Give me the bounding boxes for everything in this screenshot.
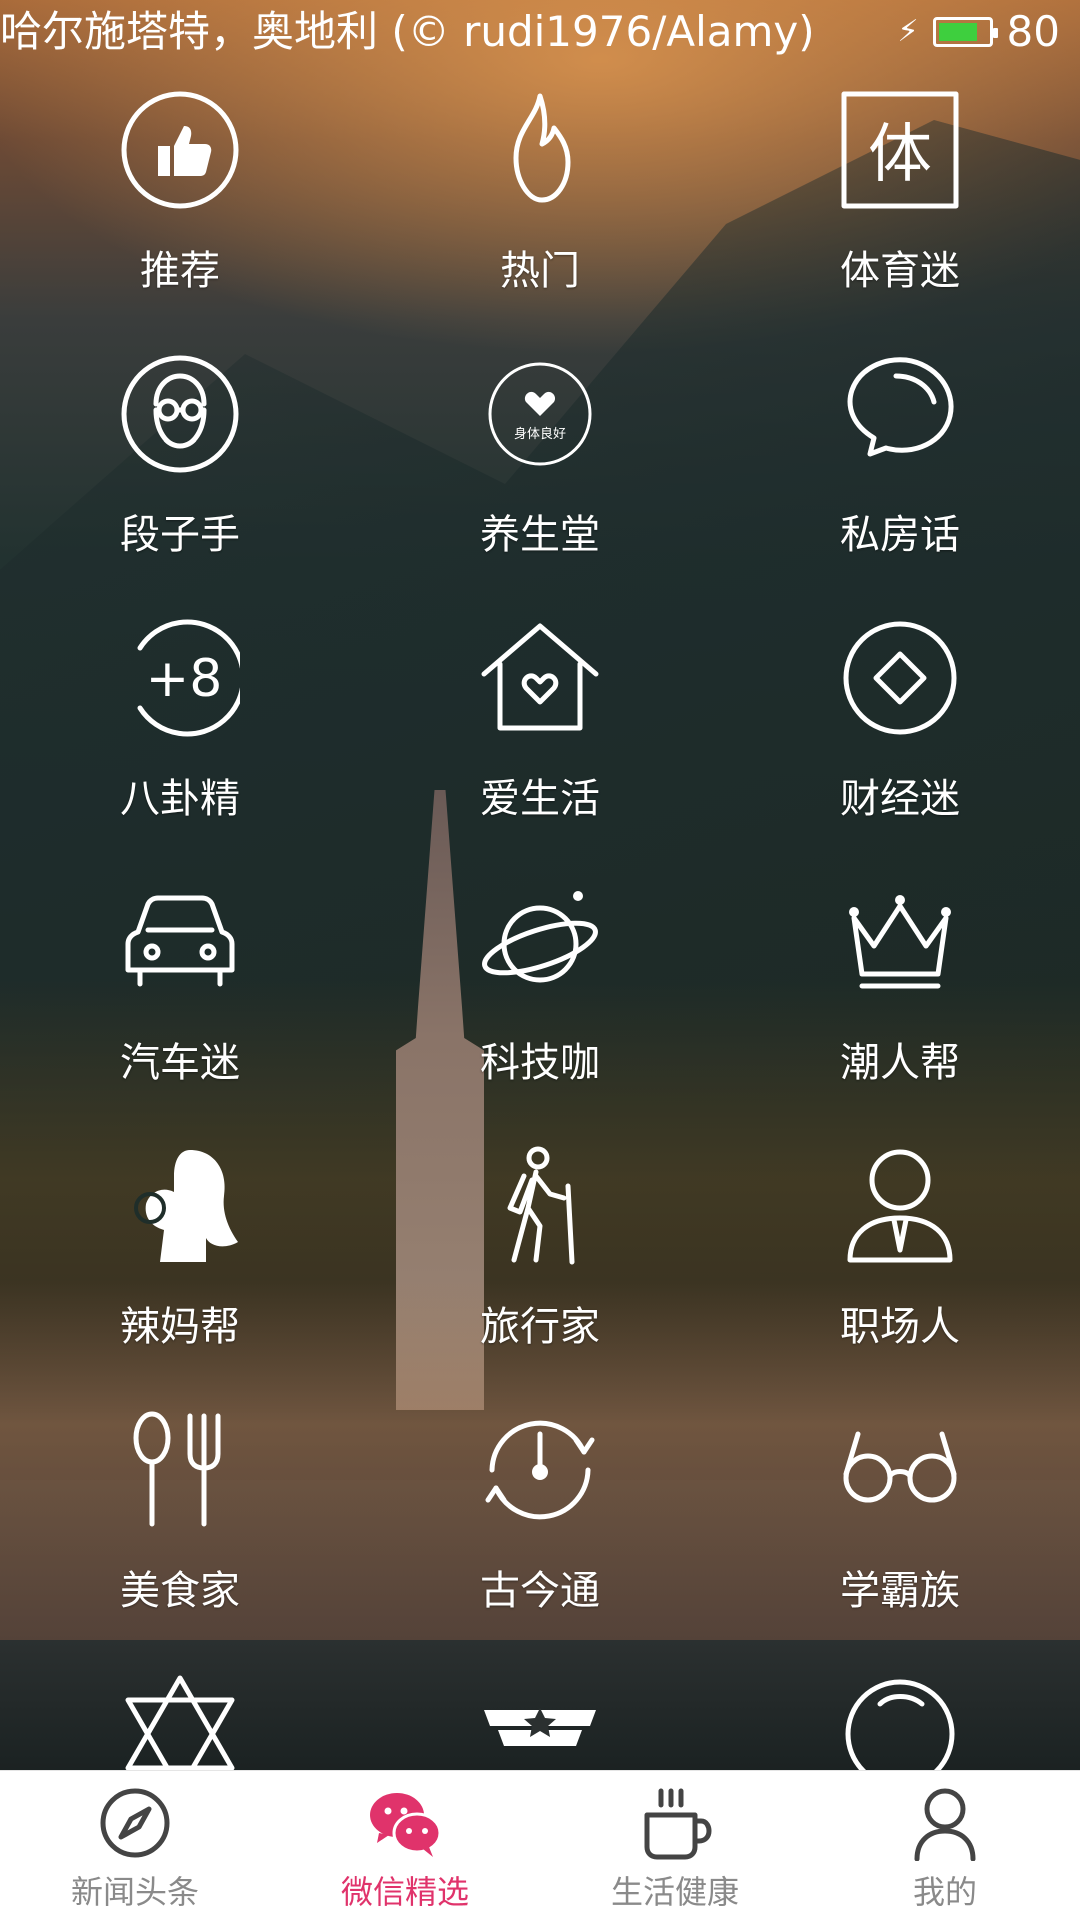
wechat-icon	[370, 1793, 442, 1857]
category-label: 辣妈帮	[120, 1304, 240, 1350]
category-label: 潮人帮	[840, 1040, 960, 1086]
category-recommend[interactable]: 推荐	[60, 90, 300, 330]
hiker-icon	[480, 1146, 600, 1266]
category-label: 汽车迷	[120, 1040, 240, 1086]
round-glasses-icon	[840, 1410, 960, 1530]
businessman-icon	[840, 1146, 960, 1266]
category-trendy[interactable]: 潮人帮	[780, 882, 1020, 1122]
sports-box-icon: 体	[840, 90, 960, 210]
category-tech[interactable]: 科技咖	[420, 882, 660, 1122]
category-workplace[interactable]: 职场人	[780, 1146, 1020, 1386]
category-food[interactable]: 美食家	[60, 1410, 300, 1650]
category-label: 八卦精	[120, 776, 240, 822]
category-sports[interactable]: 体 体育迷	[780, 90, 1020, 330]
mother-baby-icon	[120, 1146, 240, 1266]
bottom-navigation: 新闻头条 微信精选 生活健康 我的	[0, 1770, 1080, 1921]
nav-label: 新闻头条	[70, 1873, 199, 1911]
glasses-face-icon	[120, 354, 240, 474]
diamond-coin-icon	[840, 618, 960, 738]
category-badge[interactable]	[420, 1674, 660, 1770]
category-label: 推荐	[140, 248, 220, 294]
category-finance[interactable]: 财经迷	[780, 618, 1020, 858]
category-private-talk[interactable]: 私房话	[780, 354, 1020, 594]
nav-wechat[interactable]: 微信精选	[270, 1771, 540, 1921]
category-label: 段子手	[120, 512, 240, 558]
category-life[interactable]: 爱生活	[420, 618, 660, 858]
category-label: 学霸族	[840, 1568, 960, 1614]
photo-caption: 哈尔施塔特，奥地利 (© rudi1976/Alamy)	[0, 7, 815, 56]
star-badge-icon	[480, 1674, 600, 1770]
charging-icon: ⚡	[897, 14, 919, 49]
category-gossip[interactable]: +8 八卦精	[60, 618, 300, 858]
svg-text:身体良好: 身体良好	[514, 426, 566, 442]
category-label: 私房话	[840, 512, 960, 558]
category-label: 热门	[500, 248, 580, 294]
category-label: 旅行家	[480, 1304, 600, 1350]
nav-me[interactable]: 我的	[810, 1771, 1080, 1921]
car-icon	[120, 882, 240, 1002]
svg-text:体: 体	[868, 118, 932, 192]
category-health[interactable]: 身体良好 养生堂	[420, 354, 660, 594]
category-jokes[interactable]: 段子手	[60, 354, 300, 594]
category-label: 体育迷	[840, 248, 960, 294]
category-label: 古今通	[480, 1568, 600, 1614]
fork-spoon-icon	[120, 1410, 240, 1530]
coffee-cup-icon	[644, 1788, 712, 1860]
clock-rotate-icon	[480, 1410, 600, 1530]
category-label: 职场人	[840, 1304, 960, 1350]
house-heart-icon	[480, 618, 600, 738]
category-travel[interactable]: 旅行家	[420, 1146, 660, 1386]
nav-news[interactable]: 新闻头条	[0, 1771, 270, 1921]
category-star[interactable]	[60, 1674, 300, 1770]
health-heart-badge-icon: 身体良好	[480, 354, 600, 474]
category-history[interactable]: 古今通	[420, 1410, 660, 1650]
category-label: 财经迷	[840, 776, 960, 822]
person-icon	[914, 1788, 976, 1861]
category-scholars[interactable]: 学霸族	[780, 1410, 1020, 1650]
star-of-david-icon	[120, 1674, 240, 1770]
nav-life-health[interactable]: 生活健康	[540, 1771, 810, 1921]
svg-text:+8: +8	[146, 649, 223, 709]
plus-eight-icon: +8	[120, 618, 240, 738]
circle-arc-icon	[840, 1674, 960, 1770]
category-label: 科技咖	[480, 1040, 600, 1086]
category-cars[interactable]: 汽车迷	[60, 882, 300, 1122]
compass-icon	[100, 1788, 170, 1858]
flame-icon	[480, 90, 600, 210]
category-label: 养生堂	[480, 512, 600, 558]
category-circle[interactable]	[780, 1674, 1020, 1770]
category-label: 美食家	[120, 1568, 240, 1614]
nav-label: 微信精选	[340, 1873, 469, 1911]
nav-label: 我的	[912, 1873, 977, 1911]
category-label: 爱生活	[480, 776, 600, 822]
status-bar: 哈尔施塔特，奥地利 (© rudi1976/Alamy) ⚡ 80	[0, 0, 1080, 64]
crown-icon	[840, 882, 960, 1002]
category-hot[interactable]: 热门	[420, 90, 660, 330]
planet-icon	[480, 882, 600, 1002]
nav-label: 生活健康	[610, 1873, 739, 1911]
battery-icon	[932, 17, 998, 47]
thumbs-up-icon	[120, 90, 240, 210]
category-moms[interactable]: 辣妈帮	[60, 1146, 300, 1386]
battery-percent: 80	[1006, 7, 1060, 56]
speech-bubble-icon	[840, 354, 960, 474]
